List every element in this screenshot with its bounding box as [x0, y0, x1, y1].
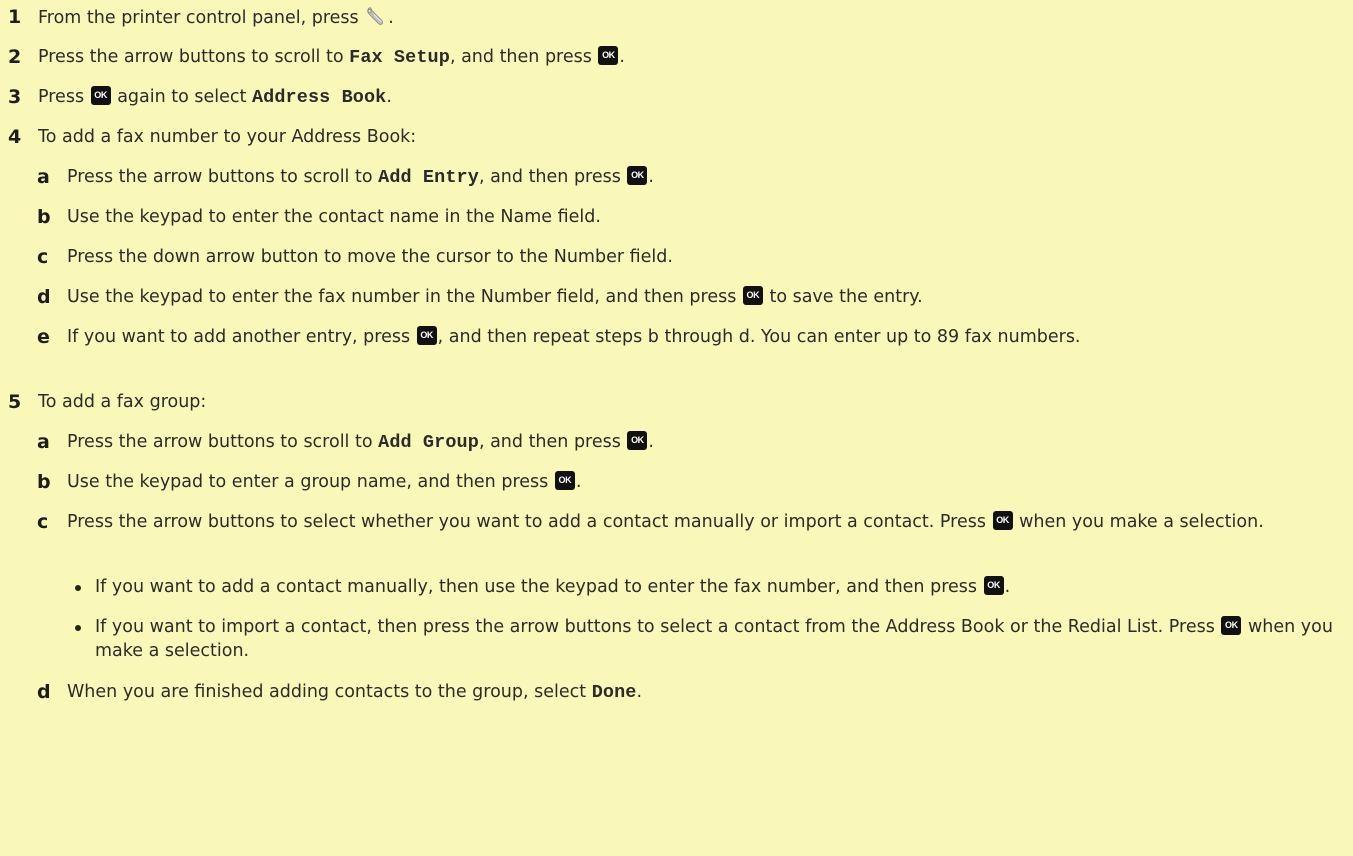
bullet-icon — [75, 625, 81, 631]
step-5c-bullet-1: If you want to add a contact manually, t… — [75, 575, 1010, 599]
substep-letter: c — [37, 511, 49, 533]
ok-button-icon: OK — [554, 471, 575, 490]
substep-letter: a — [37, 431, 50, 453]
bullet-icon — [75, 585, 81, 591]
ok-button-icon: OK — [1221, 616, 1242, 635]
ok-button-icon: OK — [90, 86, 111, 105]
step-1: 1 From the printer control panel, press … — [8, 5, 394, 28]
step-5: 5 To add a fax group: — [8, 391, 207, 413]
instruction-document: 1 From the printer control panel, press … — [0, 0, 1353, 856]
step-number: 4 — [8, 126, 22, 148]
substep-letter: a — [37, 166, 50, 188]
substep-letter: d — [37, 681, 51, 703]
menu-option: Address Book — [251, 87, 387, 108]
ok-button-icon: OK — [983, 576, 1004, 595]
step-2: 2 Press the arrow buttons to scroll to F… — [8, 46, 625, 68]
step-5b: b Use the keypad to enter a group name, … — [37, 471, 582, 493]
step-4: 4 To add a fax number to your Address Bo… — [8, 126, 417, 148]
menu-option: Fax Setup — [349, 47, 450, 68]
step-4d: d Use the keypad to enter the fax number… — [37, 286, 923, 308]
step-5d: d When you are finished adding contacts … — [37, 681, 643, 703]
substep-letter: c — [37, 246, 49, 268]
menu-option: Done — [591, 682, 637, 703]
menu-option: Add Group — [378, 432, 479, 453]
step-number: 5 — [8, 391, 22, 413]
step-4b: b Use the keypad to enter the contact na… — [37, 206, 601, 228]
ok-button-icon: OK — [416, 326, 437, 345]
step-number: 3 — [8, 86, 22, 108]
step-3: 3 Press OK again to select Address Book. — [8, 86, 392, 108]
step-4e: e If you want to add another entry, pres… — [37, 326, 1081, 348]
step-4c: c Press the down arrow button to move th… — [37, 246, 673, 268]
ok-button-icon: OK — [742, 286, 763, 305]
substep-letter: b — [37, 471, 51, 493]
substep-letter: e — [37, 326, 50, 348]
substep-letter: b — [37, 206, 51, 228]
ok-button-icon: OK — [627, 431, 648, 450]
ok-button-icon: OK — [627, 166, 648, 185]
menu-option: Add Entry — [378, 167, 479, 188]
step-number: 2 — [8, 46, 22, 68]
step-number: 1 — [8, 6, 22, 28]
wrench-icon — [365, 5, 387, 27]
ok-button-icon: OK — [992, 511, 1013, 530]
step-text: From the printer control panel, press — [38, 8, 365, 28]
substep-letter: d — [37, 286, 51, 308]
ok-button-icon: OK — [598, 46, 619, 65]
step-5c-bullet-2: If you want to import a contact, then pr… — [75, 615, 1350, 663]
step-5a: a Press the arrow buttons to scroll to A… — [37, 431, 654, 453]
step-5c: c Press the arrow buttons to select whet… — [37, 511, 1264, 533]
step-4a: a Press the arrow buttons to scroll to A… — [37, 166, 654, 188]
